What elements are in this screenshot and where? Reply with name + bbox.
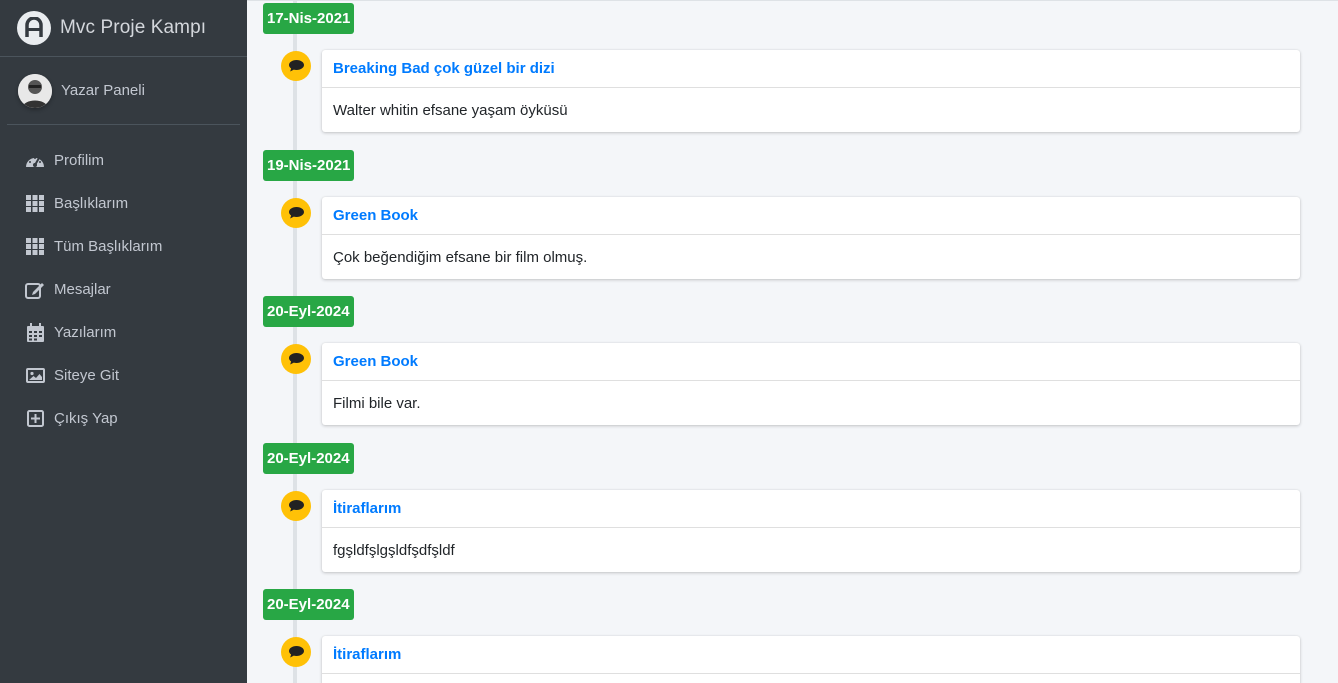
sidebar-item-label: Başlıklarım [54,195,129,212]
timeline-item-title-link[interactable]: İtiraflarım [333,646,401,663]
timeline-item-header: Breaking Bad çok güzel bir dizi [322,50,1300,88]
sidebar-nav: Profilim Başlıklarım Tüm Başlıklarım Mes… [0,125,247,440]
timeline-date-label: 20-Eyl-2024 [263,589,354,620]
timeline-item: İtiraflarım fgşldfşlgşldfşdfşldf [322,490,1300,572]
sidebar-item-tum-basliklarim[interactable]: Tüm Başlıklarım [0,225,247,268]
comment-icon [281,637,311,667]
brand-link[interactable]: Mvc Proje Kampı [0,0,247,57]
calendar-icon [24,323,46,343]
sidebar-item-label: Tüm Başlıklarım [54,238,163,255]
user-name: Yazar Paneli [61,82,145,99]
comment-icon [281,198,311,228]
sidebar-item-yazilarim[interactable]: Yazılarım [0,311,247,354]
timeline-item-title-link[interactable]: İtiraflarım [333,500,401,517]
timeline-container: 17-Nis-2021 Breaking Bad çok güzel bir d… [247,0,1338,683]
timeline-date-label: 20-Eyl-2024 [263,296,354,327]
timeline-item-title-link[interactable]: Green Book [333,207,418,224]
sidebar-item-label: Mesajlar [54,281,111,298]
comment-icon [281,491,311,521]
sidebar-item-cikis-yap[interactable]: Çıkış Yap [0,397,247,440]
comment-icon [281,51,311,81]
comment-icon [281,344,311,374]
sidebar: Mvc Proje Kampı Yazar Paneli Profilim Ba… [0,0,247,683]
edit-icon [24,280,46,300]
tachometer-icon [24,151,46,171]
plus-square-icon [24,409,46,429]
timeline-date-label: 17-Nis-2021 [263,3,355,34]
timeline-item: Green Book Filmi bile var. [322,343,1300,425]
timeline-item-header: Green Book [322,343,1300,381]
brand-title: Mvc Proje Kampı [60,17,207,38]
sidebar-item-label: Yazılarım [54,324,117,341]
timeline-item-body: fgşldfşlgşldfşdfşldf [333,541,455,559]
sidebar-item-basliklarim[interactable]: Başlıklarım [0,182,247,225]
timeline-item: İtiraflarım [322,636,1300,683]
sidebar-item-label: Profilim [54,152,105,169]
timeline-item-body: Çok beğendiğim efsane bir film olmuş. [333,248,588,266]
user-panel[interactable]: Yazar Paneli [7,57,240,125]
timeline-item-header: Green Book [322,197,1300,235]
user-avatar [18,73,52,108]
sidebar-item-label: Siteye Git [54,367,120,384]
image-icon [24,366,46,386]
grid-icon [24,237,46,257]
sidebar-item-mesajlar[interactable]: Mesajlar [0,268,247,311]
timeline-item-title-link[interactable]: Green Book [333,353,418,370]
timeline-item: Green Book Çok beğendiğim efsane bir fil… [322,197,1300,279]
sidebar-item-label: Çıkış Yap [54,410,118,427]
timeline-item-header: İtiraflarım [322,490,1300,528]
brand-logo-icon [17,11,51,45]
grid-icon [24,194,46,214]
timeline-item: Breaking Bad çok güzel bir dizi Walter w… [322,50,1300,132]
timeline-item-title-link[interactable]: Breaking Bad çok güzel bir dizi [333,60,555,77]
timeline-item-body: Filmi bile var. [333,394,421,412]
timeline-date-label: 19-Nis-2021 [263,150,355,181]
timeline-item-header: İtiraflarım [322,636,1300,674]
timeline-item-body: Walter whitin efsane yaşam öyküsü [333,101,568,119]
timeline-line [293,1,297,683]
timeline-date-label: 20-Eyl-2024 [263,443,354,474]
sidebar-item-siteye-git[interactable]: Siteye Git [0,354,247,397]
sidebar-item-profilim[interactable]: Profilim [0,139,247,182]
